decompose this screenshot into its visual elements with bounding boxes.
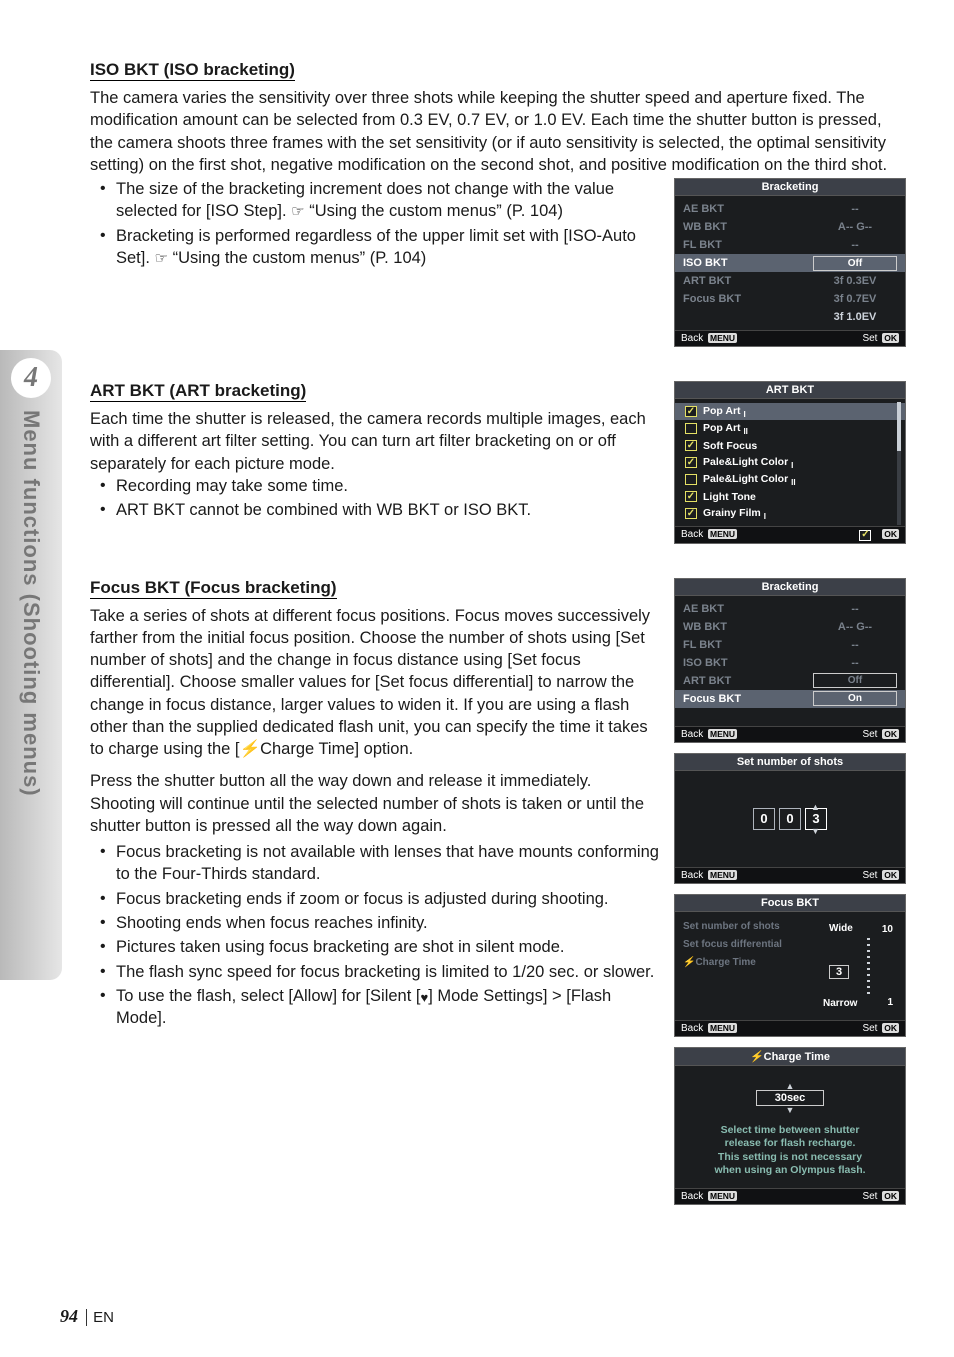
menu-row: ART BKTOff <box>675 672 905 690</box>
menu-row: 3f 1.0EV <box>675 308 905 326</box>
menu-row: Focus BKT3f 0.7EV <box>675 290 905 308</box>
footer-set: Set OK <box>862 870 899 881</box>
body-text: Each time the shutter is released, the c… <box>90 408 660 475</box>
art-filter-row: Pop Art I <box>675 403 905 420</box>
heart-icon: ♥ <box>420 990 428 1005</box>
menu-row: WB BKTA-- G-- <box>675 218 905 236</box>
checkbox-icon <box>685 440 697 451</box>
menu-row: FL BKT-- <box>675 636 905 654</box>
list-item: Bracketing is performed regardless of th… <box>116 225 660 270</box>
footer-set: Set OK <box>862 729 899 740</box>
body-text: Take a series of shots at different focu… <box>90 605 660 761</box>
side-tab: 4 Menu functions (Shooting menus) <box>0 350 62 980</box>
screen-title: ART BKT <box>675 382 905 399</box>
footer-set: Set OK <box>862 333 899 344</box>
chapter-number: 4 <box>11 358 51 398</box>
section-iso-bkt: ISO BKT (ISO bracketing) The camera vari… <box>90 60 906 357</box>
checkbox-icon <box>685 474 697 485</box>
screen-title: Focus BKT <box>675 895 905 912</box>
footer-back: Back MENU <box>681 870 737 881</box>
page-footer: 94 EN <box>60 1306 114 1327</box>
screen-focus-bkt-detail: Focus BKT Set number of shots Set focus … <box>674 894 906 1037</box>
page-lang: EN <box>86 1309 114 1326</box>
footer-check: OK <box>859 529 899 541</box>
section-title: ART BKT (ART bracketing) <box>90 381 306 402</box>
menu-row: WB BKTA-- G-- <box>675 618 905 636</box>
list-item: The flash sync speed for focus bracketin… <box>116 961 660 983</box>
screen-art-bkt: ART BKT Pop Art IPop Art IISoft FocusPal… <box>674 381 906 544</box>
screen-title: ⚡Charge Time <box>675 1048 905 1066</box>
list-item: ART BKT cannot be combined with WB BKT o… <box>116 499 660 521</box>
scrollbar <box>897 402 901 525</box>
footer-back: Back MENU <box>681 529 737 541</box>
screen-bracketing-iso: Bracketing AE BKT--WB BKTA-- G--FL BKT--… <box>674 178 906 347</box>
list-item: Focus bracketing ends if zoom or focus i… <box>116 888 660 910</box>
footer-back: Back MENU <box>681 333 737 344</box>
footer-set: Set OK <box>862 1023 899 1034</box>
body-text: Press the shutter button all the way dow… <box>90 770 660 837</box>
menu-row: ART BKT3f 0.3EV <box>675 272 905 290</box>
screen-set-shots: Set number of shots 0 0 3 Back MENU Set … <box>674 753 906 884</box>
down-arrow-icon: ▼ <box>683 1106 897 1114</box>
footer-back: Back MENU <box>681 1191 737 1202</box>
flash-icon: ⚡ <box>238 738 262 760</box>
list-item: Pictures taken using focus bracketing ar… <box>116 936 660 958</box>
flash-icon: ⚡ <box>749 1050 765 1063</box>
checkbox-icon <box>685 508 697 519</box>
menu-row: ISO BKT-- <box>675 654 905 672</box>
menu-row: AE BKT-- <box>675 200 905 218</box>
page-number: 94 <box>60 1306 78 1326</box>
footer-back: Back MENU <box>681 729 737 740</box>
art-filter-row: Soft Focus <box>675 437 905 454</box>
list-item: Shooting ends when focus reaches infinit… <box>116 912 660 934</box>
checkbox-icon <box>685 406 697 417</box>
charge-value: 30sec <box>756 1090 825 1106</box>
charge-description: Select time between shutter release for … <box>683 1124 897 1179</box>
art-filter-row: Pale&Light Color I <box>675 454 905 471</box>
checkbox-icon <box>685 491 697 502</box>
digit-active: 3 <box>805 808 827 830</box>
section-title: Focus BKT (Focus bracketing) <box>90 578 337 599</box>
footer-set: Set OK <box>862 1191 899 1202</box>
list-item: Focus bracketing is not available with l… <box>116 841 660 886</box>
section-art-bkt: ART BKT (ART bracketing) Each time the s… <box>90 381 906 554</box>
art-filter-row: Grainy Film I <box>675 505 905 522</box>
footer-back: Back MENU <box>681 1023 737 1034</box>
up-arrow-icon: ▲ <box>683 1082 897 1090</box>
screen-title: Bracketing <box>675 179 905 196</box>
art-filter-row: Pop Art II <box>675 420 905 437</box>
flash-icon: ⚡ <box>682 954 697 972</box>
screen-title: Bracketing <box>675 579 905 596</box>
pointer-icon: ☞ <box>155 249 168 269</box>
art-filter-row: Light Tone <box>675 488 905 505</box>
side-label: Menu functions (Shooting menus) <box>18 410 44 797</box>
checkbox-icon <box>685 423 697 434</box>
body-text: The camera varies the sensitivity over t… <box>90 87 906 176</box>
checkbox-icon <box>685 457 697 468</box>
section-focus-bkt: Focus BKT (Focus bracketing) Take a seri… <box>90 578 906 1216</box>
list-item: To use the flash, select [Allow] for [Si… <box>116 985 660 1030</box>
digit: 0 <box>779 808 801 830</box>
section-title: ISO BKT (ISO bracketing) <box>90 60 295 81</box>
pointer-icon: ☞ <box>291 202 304 222</box>
menu-row: Focus BKTOn <box>675 690 905 708</box>
list-item: The size of the bracketing increment doe… <box>116 178 660 223</box>
digit: 0 <box>753 808 775 830</box>
menu-row: AE BKT-- <box>675 600 905 618</box>
list-item: Recording may take some time. <box>116 475 660 497</box>
menu-row: ISO BKTOff <box>675 254 905 272</box>
screen-title: Set number of shots <box>675 754 905 771</box>
screen-bracketing-focus: Bracketing AE BKT--WB BKTA-- G--FL BKT--… <box>674 578 906 743</box>
screen-charge-time: ⚡Charge Time ▲ 30sec ▼ Select time betwe… <box>674 1047 906 1206</box>
art-filter-row: Pale&Light Color II <box>675 471 905 488</box>
menu-row: FL BKT-- <box>675 236 905 254</box>
slider: Wide 10 3 Narrow 1 <box>819 920 893 1012</box>
